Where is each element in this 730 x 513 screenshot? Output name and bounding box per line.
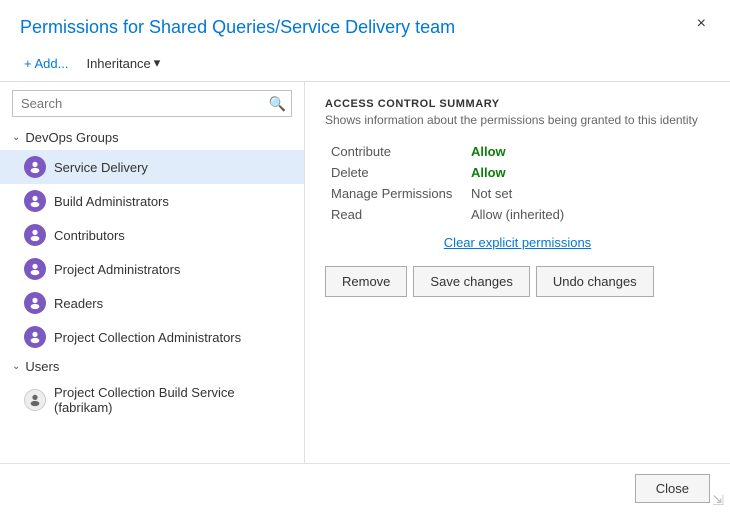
inheritance-label: Inheritance — [86, 56, 150, 71]
devops-groups-header[interactable]: ⌄ DevOps Groups — [0, 125, 304, 150]
permissions-dialog: Permissions for Shared Queries/Service D… — [0, 0, 730, 513]
list-item[interactable]: Project Administrators — [0, 252, 304, 286]
right-panel: ACCESS CONTROL SUMMARY Shows information… — [305, 82, 730, 463]
list-item-label: Service Delivery — [54, 160, 148, 175]
dialog-toolbar: + Add... Inheritance ▾ — [0, 47, 730, 82]
list-item-label: Project Collection Build Service (fabrik… — [54, 385, 292, 415]
list-item[interactable]: Service Delivery — [0, 150, 304, 184]
close-icon-button[interactable]: × — [693, 16, 710, 32]
avatar — [24, 389, 46, 411]
table-row: Manage Permissions Not set — [325, 183, 710, 204]
avatar — [24, 292, 46, 314]
list-item[interactable]: Project Collection Build Service (fabrik… — [0, 379, 304, 421]
perm-label: Read — [325, 204, 465, 225]
avatar — [24, 224, 46, 246]
avatar — [24, 156, 46, 178]
perm-label: Manage Permissions — [325, 183, 465, 204]
list-item[interactable]: Project Collection Administrators — [0, 320, 304, 354]
table-row: Contribute Allow — [325, 141, 710, 162]
perm-label: Delete — [325, 162, 465, 183]
perm-label: Contribute — [325, 141, 465, 162]
devops-groups-label: DevOps Groups — [25, 130, 118, 145]
dialog-title: Permissions for Shared Queries/Service D… — [20, 16, 455, 39]
remove-button[interactable]: Remove — [325, 266, 407, 297]
list-item[interactable]: Contributors — [0, 218, 304, 252]
users-group-label: Users — [25, 359, 59, 374]
dialog-footer: Close — [0, 463, 730, 513]
chevron-down-icon: ⌄ — [12, 361, 20, 372]
left-panel: 🔍 ⌄ DevOps Groups Service Delivery — [0, 82, 305, 463]
perm-value: Allow — [465, 162, 710, 183]
permissions-table: Contribute Allow Delete Allow Manage Per… — [325, 141, 710, 225]
table-row: Delete Allow — [325, 162, 710, 183]
search-input[interactable] — [12, 90, 292, 117]
chevron-down-icon: ▾ — [154, 55, 161, 71]
resize-handle[interactable]: ⇲ — [712, 492, 724, 509]
add-button[interactable]: + Add... — [20, 54, 72, 73]
list-item-label: Readers — [54, 296, 103, 311]
avatar — [24, 258, 46, 280]
inheritance-button[interactable]: Inheritance ▾ — [80, 53, 166, 73]
close-button[interactable]: Close — [635, 474, 710, 503]
save-changes-button[interactable]: Save changes — [413, 266, 529, 297]
undo-changes-button[interactable]: Undo changes — [536, 266, 654, 297]
clear-explicit-permissions-link[interactable]: Clear explicit permissions — [325, 235, 710, 250]
avatar — [24, 190, 46, 212]
list-item-label: Project Administrators — [54, 262, 180, 277]
action-buttons: Remove Save changes Undo changes — [325, 266, 710, 297]
acs-title: ACCESS CONTROL SUMMARY — [325, 98, 710, 110]
perm-value: Allow — [465, 141, 710, 162]
list-item[interactable]: Readers — [0, 286, 304, 320]
perm-value: Not set — [465, 183, 710, 204]
group-list: ⌄ DevOps Groups Service Delivery Build A… — [0, 125, 304, 463]
list-item-label: Project Collection Administrators — [54, 330, 241, 345]
perm-value: Allow (inherited) — [465, 204, 710, 225]
dialog-body: 🔍 ⌄ DevOps Groups Service Delivery — [0, 82, 730, 463]
avatar — [24, 326, 46, 348]
acs-subtitle: Shows information about the permissions … — [325, 113, 710, 127]
list-item-label: Build Administrators — [54, 194, 169, 209]
search-container: 🔍 — [0, 82, 304, 125]
users-group-header[interactable]: ⌄ Users — [0, 354, 304, 379]
list-item[interactable]: Build Administrators — [0, 184, 304, 218]
list-item-label: Contributors — [54, 228, 125, 243]
table-row: Read Allow (inherited) — [325, 204, 710, 225]
search-icon[interactable]: 🔍 — [269, 95, 286, 112]
chevron-down-icon: ⌄ — [12, 132, 20, 143]
dialog-header: Permissions for Shared Queries/Service D… — [0, 0, 730, 47]
